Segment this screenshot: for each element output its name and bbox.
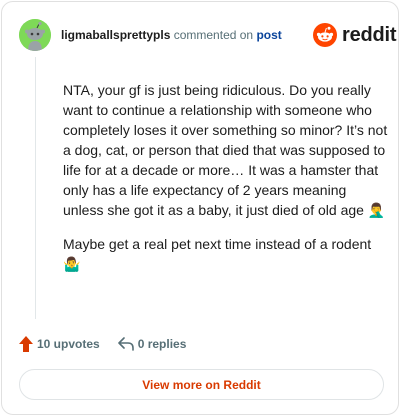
comment-body: NTA, your gf is just being ridiculous. D… — [63, 80, 388, 274]
view-more-button[interactable]: View more on Reddit — [19, 369, 384, 400]
reddit-brand[interactable]: reddit — [313, 22, 397, 48]
reply-count: 0 replies — [137, 337, 187, 351]
commented-on-text: commented on — [173, 28, 254, 42]
reply-button[interactable]: 0 replies — [117, 337, 187, 351]
reddit-logo-icon — [313, 23, 337, 47]
upvote-count: 10 upvotes — [37, 337, 100, 351]
username[interactable]: ligmaballsprettypls — [61, 28, 170, 42]
thread-line — [35, 57, 36, 319]
reddit-wordmark: reddit — [342, 24, 397, 46]
comment-card: ligmaballsprettypls commented on post re… — [1, 1, 399, 415]
post-link[interactable]: post — [256, 28, 281, 42]
user-avatar-icon[interactable] — [19, 19, 51, 51]
comment-header: ligmaballsprettypls commented on post — [61, 26, 282, 44]
upvote-arrow-icon — [19, 336, 33, 352]
upvote-button[interactable]: 10 upvotes — [19, 336, 100, 352]
comment-paragraph: Maybe get a real pet next time instead o… — [63, 236, 372, 272]
comment-paragraph: NTA, your gf is just being ridiculous. D… — [63, 82, 388, 218]
reply-arrow-icon — [117, 337, 134, 351]
comment-actions: 10 upvotes 0 replies — [19, 334, 186, 354]
